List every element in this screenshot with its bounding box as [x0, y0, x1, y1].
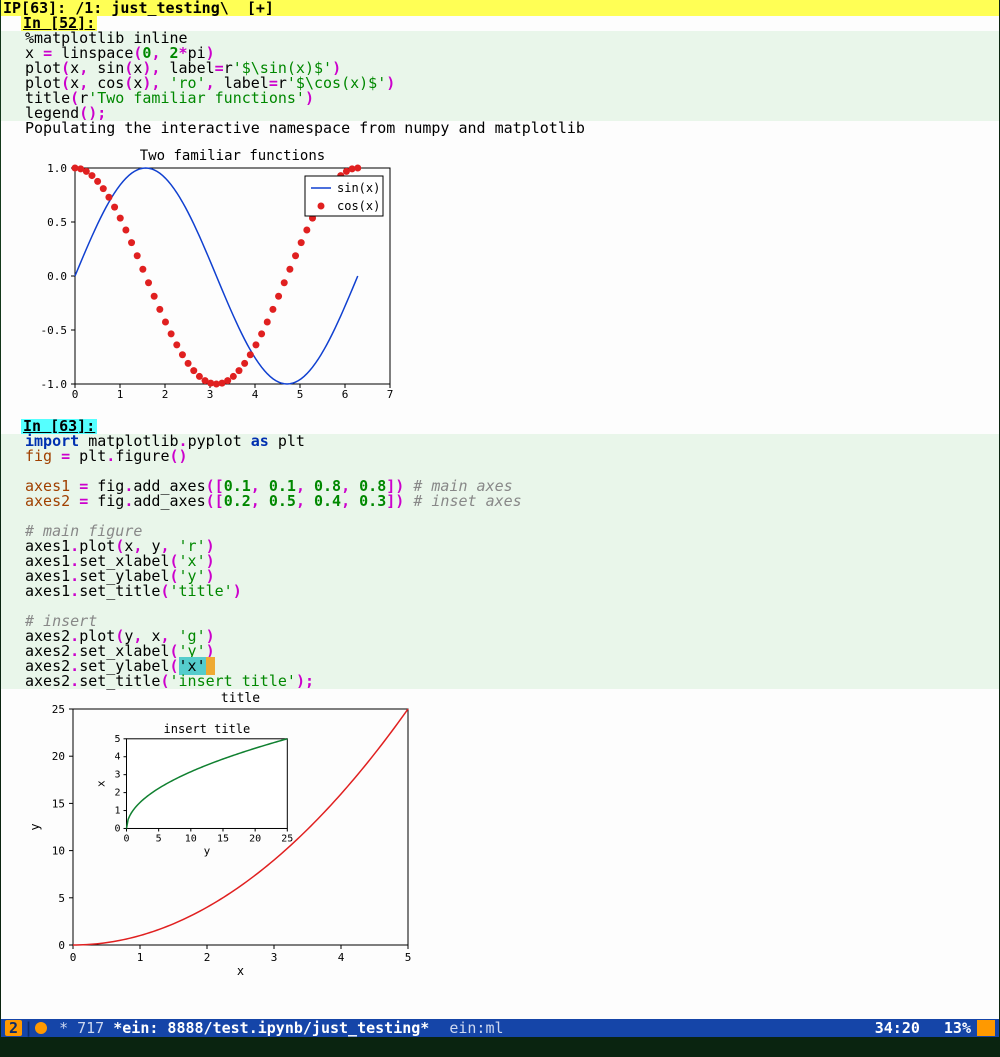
svg-text:1: 1 [114, 806, 120, 817]
svg-text:title: title [221, 691, 260, 706]
svg-text:3: 3 [207, 388, 214, 401]
figure-output-1: Two familiar functions 0 1 2 3 4 5 6 7 -1.0 -0.5 0.… [1, 136, 999, 419]
cursor-position: 34:20 [875, 1019, 920, 1037]
svg-text:5: 5 [297, 388, 304, 401]
status-block-icon [977, 1020, 995, 1036]
svg-text:6: 6 [342, 388, 349, 401]
svg-text:2: 2 [114, 788, 120, 799]
svg-text:5: 5 [156, 833, 162, 844]
svg-text:5: 5 [114, 734, 120, 745]
svg-text:0: 0 [123, 833, 129, 844]
svg-text:4: 4 [252, 388, 259, 401]
notebook-buffer[interactable]: In [52]: %matplotlib inline x = linspace… [1, 16, 999, 1019]
major-mode: ein:ml [449, 1019, 503, 1037]
svg-text:25: 25 [52, 703, 65, 716]
chart-two-familiar-functions: Two familiar functions 0 1 2 3 4 5 6 7 -1.0 -0.5 0.… [25, 146, 405, 406]
svg-text:7: 7 [387, 388, 394, 401]
svg-text:3: 3 [114, 770, 120, 781]
svg-text:sin(x): sin(x) [337, 181, 380, 195]
scroll-percent: 13% [944, 1019, 971, 1037]
stdout-cell-52: Populating the interactive namespace fro… [1, 121, 999, 136]
svg-text:insert title: insert title [164, 722, 251, 736]
svg-text:3: 3 [271, 951, 278, 964]
svg-text:1: 1 [117, 388, 124, 401]
svg-text:20: 20 [249, 833, 261, 844]
svg-text:15: 15 [52, 797, 65, 810]
svg-text:25: 25 [281, 833, 293, 844]
svg-text:4: 4 [114, 752, 120, 763]
title-bar: IP[63]: /1: just_testing\ [+] [1, 0, 999, 16]
figure-output-2: title0123450510152025xyinsert title05101… [1, 689, 999, 992]
svg-text:0: 0 [72, 388, 79, 401]
buffer-name[interactable]: *ein: 8888/test.ipynb/just_testing* [113, 1019, 429, 1037]
svg-text:1: 1 [137, 951, 144, 964]
svg-text:2: 2 [204, 951, 211, 964]
svg-text:y: y [28, 823, 42, 830]
code-cell-63[interactable]: import matplotlib.pyplot as plt fig = pl… [1, 434, 999, 689]
modified-star: * [59, 1019, 68, 1037]
mode-line: 2 | * 717 *ein: 8888/test.ipynb/just_tes… [1, 1019, 999, 1037]
workspace-indicator[interactable]: 2 [5, 1020, 22, 1036]
svg-text:5: 5 [58, 892, 65, 905]
status-dot-icon [35, 1022, 47, 1034]
svg-text:0: 0 [114, 823, 120, 834]
svg-text:5: 5 [405, 951, 412, 964]
svg-text:0.0: 0.0 [47, 270, 67, 283]
svg-text:10: 10 [185, 833, 197, 844]
svg-text:2: 2 [162, 388, 169, 401]
emacs-window: IP[63]: /1: just_testing\ [+] In [52]: %… [1, 0, 999, 1037]
line-count: 717 [77, 1019, 104, 1037]
code-cell-52[interactable]: %matplotlib inline x = linspace(0, 2*pi)… [1, 31, 999, 121]
chart-title-inset: title0123450510152025xyinsert title05101… [25, 689, 420, 979]
svg-text:cos(x): cos(x) [337, 199, 380, 213]
svg-text:x: x [237, 964, 244, 978]
svg-text:y: y [204, 844, 211, 857]
svg-text:0.5: 0.5 [47, 216, 67, 229]
svg-text:4: 4 [338, 951, 345, 964]
svg-text:-1.0: -1.0 [41, 378, 68, 391]
svg-text:x: x [95, 780, 108, 787]
svg-text:1.0: 1.0 [47, 162, 67, 175]
svg-text:Two familiar functions: Two familiar functions [140, 148, 325, 164]
svg-text:10: 10 [52, 845, 65, 858]
svg-text:20: 20 [52, 750, 65, 763]
svg-text:-0.5: -0.5 [41, 324, 68, 337]
svg-text:0: 0 [58, 939, 65, 952]
svg-text:0: 0 [70, 951, 77, 964]
svg-text:15: 15 [217, 833, 229, 844]
